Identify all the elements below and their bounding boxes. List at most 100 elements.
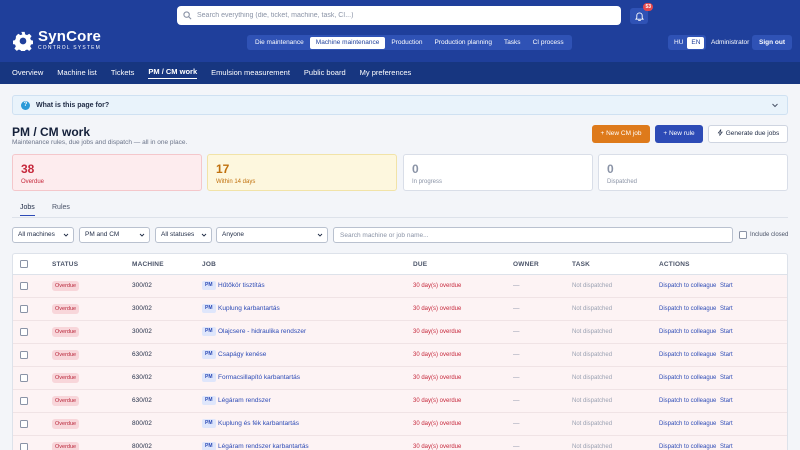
start-link[interactable]: Start: [720, 329, 733, 335]
machine-cell: 630/02: [132, 374, 152, 381]
header-status[interactable]: STATUS: [52, 261, 78, 268]
sign-out-button[interactable]: Sign out: [752, 35, 792, 50]
language-en[interactable]: EN: [687, 36, 705, 49]
header-machine[interactable]: MACHINE: [132, 261, 164, 268]
global-search[interactable]: [177, 6, 621, 25]
status-filter-select[interactable]: All statuses: [155, 227, 212, 243]
start-link[interactable]: Start: [720, 352, 733, 358]
module-die-maintenance[interactable]: Die maintenance: [249, 37, 310, 49]
job-link[interactable]: Hűtőkör tisztítás: [218, 282, 265, 289]
job-link[interactable]: Olajcsere - hidraulika rendszer: [218, 328, 306, 335]
table-row[interactable]: Overdue 800/02 PM Légáram rendszer karba…: [13, 436, 787, 450]
job-link[interactable]: Kuplung és fék karbantartás: [218, 420, 299, 427]
tab-jobs[interactable]: Jobs: [20, 204, 35, 216]
table-row[interactable]: Overdue 800/02 PM Kuplung és fék karbant…: [13, 413, 787, 436]
start-link[interactable]: Start: [720, 283, 733, 289]
job-link[interactable]: Csapágy kenése: [218, 351, 266, 358]
logo[interactable]: SynCore CONTROL SYSTEM: [13, 29, 101, 51]
module-ci-process[interactable]: CI process: [527, 37, 570, 49]
new-rule-button[interactable]: + New rule: [655, 125, 703, 143]
dispatch-link[interactable]: Dispatch to colleague: [659, 398, 716, 404]
kpi-dispatched[interactable]: 0 Dispatched: [598, 154, 788, 191]
kpi-in-progress[interactable]: 0 In progress: [403, 154, 593, 191]
row-checkbox[interactable]: [20, 443, 28, 450]
job-type-badge: PM: [202, 442, 216, 450]
module-nav: Die maintenance Machine maintenance Prod…: [247, 35, 572, 50]
global-search-input[interactable]: [197, 12, 597, 19]
dispatch-link[interactable]: Dispatch to colleague: [659, 375, 716, 381]
subnav-emulsion-measurement[interactable]: Emulsion measurement: [211, 68, 290, 79]
dispatch-link[interactable]: Dispatch to colleague: [659, 306, 716, 312]
row-checkbox[interactable]: [20, 397, 28, 405]
machine-filter-select[interactable]: All machines: [12, 227, 74, 243]
generate-due-jobs-button[interactable]: Generate due jobs: [708, 125, 788, 143]
page-title: PM / CM work: [12, 125, 91, 139]
table-row[interactable]: Overdue 630/02 PM Légáram rendszer 30 da…: [13, 390, 787, 413]
kpi-value: 17: [216, 162, 230, 176]
job-link[interactable]: Légáram rendszer: [218, 397, 271, 404]
new-cm-job-button[interactable]: + New CM job: [592, 125, 650, 143]
include-closed-toggle[interactable]: Include closed: [739, 231, 788, 239]
job-search-input[interactable]: [340, 228, 720, 242]
include-closed-checkbox[interactable]: [739, 231, 747, 239]
user-name[interactable]: Administrator: [711, 39, 749, 46]
table-row[interactable]: Overdue 300/02 PM Kuplung karbantartás 3…: [13, 298, 787, 321]
dispatch-link[interactable]: Dispatch to colleague: [659, 352, 716, 358]
subnav-public-board[interactable]: Public board: [304, 68, 346, 79]
page-help-toggle[interactable]: ? What is this page for?: [12, 95, 788, 115]
table-row[interactable]: Overdue 630/02 PM Formacsillapító karban…: [13, 367, 787, 390]
type-filter-value: PM and CM: [85, 231, 120, 238]
job-search-field[interactable]: [333, 227, 733, 243]
module-tasks[interactable]: Tasks: [498, 37, 527, 49]
row-checkbox[interactable]: [20, 282, 28, 290]
dispatch-link[interactable]: Dispatch to colleague: [659, 444, 716, 450]
start-link[interactable]: Start: [720, 375, 733, 381]
row-checkbox[interactable]: [20, 305, 28, 313]
jobs-table: STATUS MACHINE JOB DUE OWNER TASK ACTION…: [12, 253, 788, 450]
language-hu[interactable]: HU: [670, 37, 687, 49]
select-all-checkbox[interactable]: [20, 260, 28, 268]
subnav-overview[interactable]: Overview: [12, 68, 43, 79]
start-link[interactable]: Start: [720, 444, 733, 450]
table-row[interactable]: Overdue 300/02 PM Hűtőkör tisztítás 30 d…: [13, 275, 787, 298]
job-link[interactable]: Formacsillapító karbantartás: [218, 374, 300, 381]
table-row[interactable]: Overdue 300/02 PM Olajcsere - hidraulika…: [13, 321, 787, 344]
row-checkbox[interactable]: [20, 374, 28, 382]
dispatch-link[interactable]: Dispatch to colleague: [659, 329, 716, 335]
due-cell: 30 day(s) overdue: [413, 283, 462, 289]
kpi-within-14-days[interactable]: 17 Within 14 days: [207, 154, 397, 191]
job-link[interactable]: Légáram rendszer karbantartás: [218, 443, 309, 450]
kpi-label: Within 14 days: [216, 179, 256, 185]
owner-cell: —: [513, 351, 520, 358]
assignee-filter-select[interactable]: Anyone: [216, 227, 328, 243]
start-link[interactable]: Start: [720, 398, 733, 404]
table-row[interactable]: Overdue 630/02 PM Csapágy kenése 30 day(…: [13, 344, 787, 367]
header-due[interactable]: DUE: [413, 261, 427, 268]
module-machine-maintenance[interactable]: Machine maintenance: [309, 36, 386, 49]
module-production[interactable]: Production: [385, 37, 428, 49]
kpi-value: 0: [412, 162, 419, 176]
subnav-tickets[interactable]: Tickets: [111, 68, 134, 79]
notifications-button[interactable]: 53: [630, 3, 653, 24]
start-link[interactable]: Start: [720, 421, 733, 427]
job-link[interactable]: Kuplung karbantartás: [218, 305, 280, 312]
chevron-down-icon: [139, 233, 145, 237]
kpi-overdue[interactable]: 38 Overdue: [12, 154, 202, 191]
header-task[interactable]: TASK: [572, 261, 590, 268]
start-link[interactable]: Start: [720, 306, 733, 312]
task-cell: Not dispatched: [572, 283, 613, 289]
subnav-pm-cm-work[interactable]: PM / CM work: [148, 67, 198, 79]
header-owner[interactable]: OWNER: [513, 261, 539, 268]
subnav-my-preferences[interactable]: My preferences: [360, 68, 412, 79]
subnav-machine-list[interactable]: Machine list: [57, 68, 97, 79]
dispatch-link[interactable]: Dispatch to colleague: [659, 283, 716, 289]
row-checkbox[interactable]: [20, 351, 28, 359]
row-checkbox[interactable]: [20, 328, 28, 336]
type-filter-select[interactable]: PM and CM: [79, 227, 150, 243]
header-job[interactable]: JOB: [202, 261, 216, 268]
status-badge: Overdue: [52, 419, 80, 429]
module-production-planning[interactable]: Production planning: [428, 37, 497, 49]
dispatch-link[interactable]: Dispatch to colleague: [659, 421, 716, 427]
row-checkbox[interactable]: [20, 420, 28, 428]
tab-rules[interactable]: Rules: [52, 204, 70, 215]
